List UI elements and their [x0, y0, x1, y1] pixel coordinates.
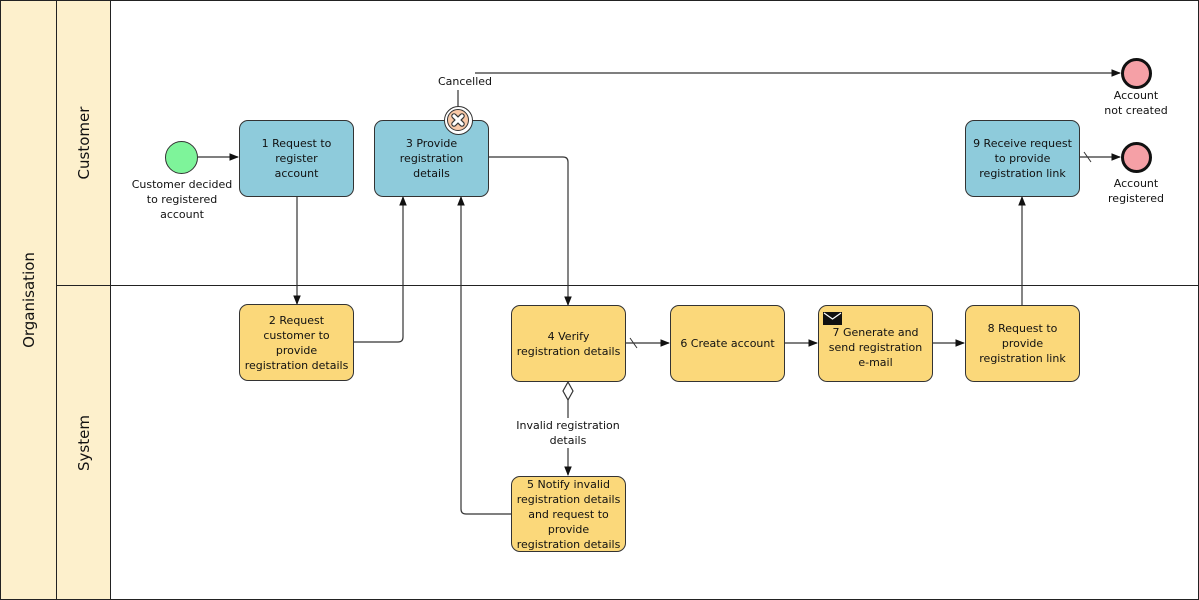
end-event-registered-label: Account registered	[1108, 177, 1164, 205]
envelope-icon	[823, 312, 842, 325]
invalid-registration-flow-label: Invalid registration details	[510, 418, 626, 448]
cancel-x-icon	[447, 109, 469, 131]
task-2-request-customer-details[interactable]: 2 Request customer to provide registrati…	[239, 304, 354, 381]
cancel-boundary-event[interactable]	[444, 106, 473, 135]
task-7-generate-send-email[interactable]: 7 Generate and send registration e-mail	[818, 305, 933, 382]
end-event-not-created-label: Account not created	[1104, 89, 1168, 117]
end-event-account-not-created[interactable]	[1121, 58, 1152, 89]
flow-t3-to-t4[interactable]	[489, 156, 572, 306]
bpmn-diagram: Organisation Customer System Customer de…	[0, 0, 1199, 600]
task-5-notify-invalid-details[interactable]: 5 Notify invalid registration details an…	[511, 476, 626, 552]
task-3-provide-registration-details[interactable]: 3 Provide registration details	[374, 120, 489, 197]
flow-t5-to-t3[interactable]	[457, 196, 511, 515]
task-9-receive-request[interactable]: 9 Receive request to provide registratio…	[965, 120, 1080, 197]
cancelled-label: Cancelled	[437, 75, 493, 88]
task-8-request-registration-link[interactable]: 8 Request to provide registration link	[965, 305, 1080, 382]
start-event-label: Customer decided to registered account	[131, 178, 233, 221]
end-event-account-registered[interactable]	[1121, 142, 1152, 173]
task-6-create-account[interactable]: 6 Create account	[670, 305, 785, 382]
flow-t2-to-t3[interactable]	[354, 196, 407, 343]
task-4-verify-registration-details[interactable]: 4 Verify registration details	[511, 305, 626, 382]
start-event[interactable]	[165, 141, 198, 174]
conditional-flow-diamond	[562, 380, 574, 402]
task-1-request-to-register-account[interactable]: 1 Request to register account	[239, 120, 354, 197]
